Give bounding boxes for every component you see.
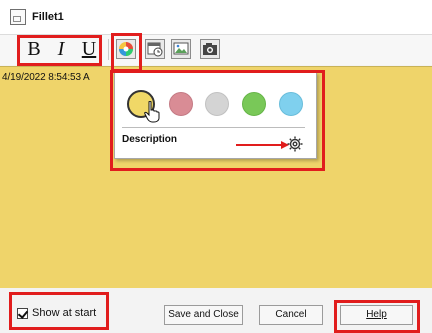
highlight-color-popup [110,70,325,171]
save-and-close-button[interactable]: Save and Close [164,305,243,325]
highlight-color-button [111,33,142,72]
note-timestamp: 4/19/2022 8:54:53 A [2,72,90,83]
window-title: Fillet1 [32,11,64,23]
highlight-show-at-start [9,292,109,330]
insert-image-icon[interactable] [171,39,191,59]
cancel-button[interactable]: Cancel [259,305,323,325]
note-icon [10,9,26,25]
highlight-text-format [17,35,102,66]
note-window: Fillet1 B I U 4/19/2022 8:54:53 A Descri… [0,0,432,333]
title-bar: Fillet1 [0,0,432,35]
toolbar-separator [108,39,109,60]
camera-icon[interactable] [200,39,220,59]
date-time-icon[interactable] [145,39,165,59]
highlight-help-button [334,300,420,333]
